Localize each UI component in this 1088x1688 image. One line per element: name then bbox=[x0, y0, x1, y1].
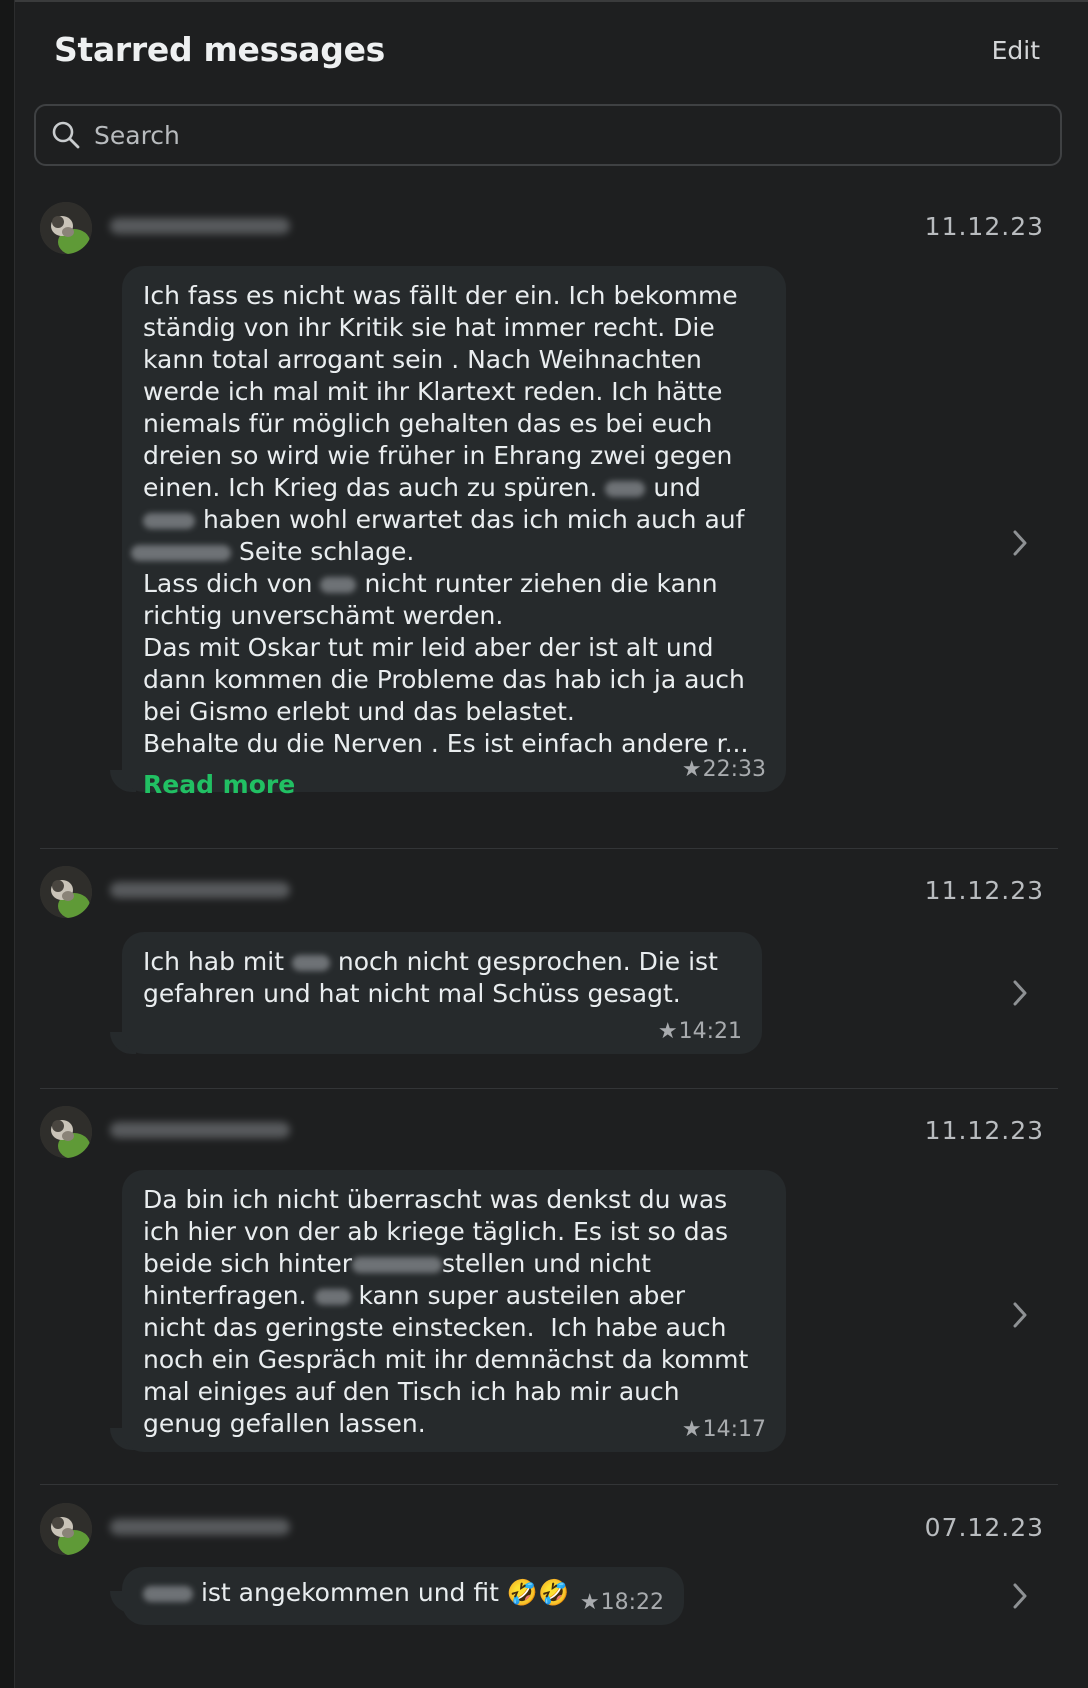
read-more-link[interactable]: Read more bbox=[143, 770, 295, 799]
message-bubble: Da bin ich nicht überrascht was denkst d… bbox=[122, 1170, 786, 1452]
starred-message[interactable]: 07.12.23 ist angekommen und fit 🤣🤣 ★18:2… bbox=[40, 1503, 1058, 1633]
redacted-name bbox=[352, 1257, 442, 1273]
sidebar-edge bbox=[0, 0, 15, 1688]
starred-message[interactable]: 11.12.23 Ich hab mit noch nicht gesproch… bbox=[40, 866, 1058, 1066]
redacted-name bbox=[143, 513, 195, 529]
message-text: Da bin ich nicht überrascht was denkst d… bbox=[143, 1185, 749, 1438]
chevron-right-icon[interactable] bbox=[1010, 978, 1030, 1008]
message-bubble: Ich hab mit noch nicht gesprochen. Die i… bbox=[122, 932, 762, 1054]
divider bbox=[40, 1088, 1058, 1089]
message-date: 07.12.23 bbox=[924, 1513, 1044, 1542]
message-text: Ich fass es nicht was fällt der ein. Ich… bbox=[131, 280, 766, 760]
star-icon: ★ bbox=[681, 1417, 702, 1442]
star-icon: ★ bbox=[657, 1019, 678, 1044]
chevron-right-icon[interactable] bbox=[1010, 1581, 1030, 1611]
divider bbox=[40, 848, 1058, 849]
sender-name-redacted bbox=[110, 882, 290, 898]
message-bubble: ist angekommen und fit 🤣🤣 ★18:22 bbox=[122, 1567, 684, 1625]
message-date: 11.12.23 bbox=[924, 1116, 1044, 1145]
message-bubble: Ich fass es nicht was fällt der ein. Ich… bbox=[122, 266, 786, 799]
search-bar[interactable] bbox=[34, 104, 1062, 166]
message-time: ★22:33 bbox=[681, 757, 766, 782]
search-icon bbox=[52, 121, 80, 149]
redacted-name bbox=[143, 1586, 193, 1602]
header: Starred messages Edit bbox=[54, 30, 1048, 74]
laughing-emoji-icon: 🤣🤣 bbox=[506, 1578, 570, 1607]
starred-message[interactable]: 11.12.23 Ich fass es nicht was fällt der… bbox=[40, 202, 1058, 822]
message-time: ★14:17 bbox=[681, 1417, 766, 1442]
starred-message[interactable]: 11.12.23 Da bin ich nicht überrascht was… bbox=[40, 1106, 1058, 1466]
avatar bbox=[40, 1106, 92, 1158]
avatar bbox=[40, 202, 92, 254]
sender-name-redacted bbox=[110, 1122, 290, 1138]
redacted-name bbox=[314, 1289, 351, 1305]
chevron-right-icon[interactable] bbox=[1010, 528, 1030, 558]
redacted-name bbox=[320, 577, 357, 593]
edit-button[interactable]: Edit bbox=[992, 36, 1040, 65]
redacted-name bbox=[291, 955, 330, 971]
chevron-right-icon[interactable] bbox=[1010, 1300, 1030, 1330]
star-icon: ★ bbox=[579, 1590, 600, 1615]
message-time: ★18:22 bbox=[579, 1590, 664, 1615]
sender-name-redacted bbox=[110, 218, 290, 234]
message-time: ★14:21 bbox=[657, 1019, 742, 1044]
page-title: Starred messages bbox=[54, 30, 386, 69]
avatar bbox=[40, 1503, 92, 1555]
redacted-name bbox=[131, 545, 231, 561]
search-input[interactable] bbox=[92, 114, 996, 156]
redacted-name bbox=[605, 481, 646, 497]
message-date: 11.12.23 bbox=[924, 212, 1044, 241]
sender-name-redacted bbox=[110, 1519, 290, 1535]
divider bbox=[40, 1484, 1058, 1485]
window-top-edge bbox=[0, 0, 1088, 2]
message-date: 11.12.23 bbox=[924, 876, 1044, 905]
message-text: Ich hab mit noch nicht gesprochen. Die i… bbox=[143, 947, 718, 1008]
avatar bbox=[40, 866, 92, 918]
star-icon: ★ bbox=[681, 757, 702, 782]
